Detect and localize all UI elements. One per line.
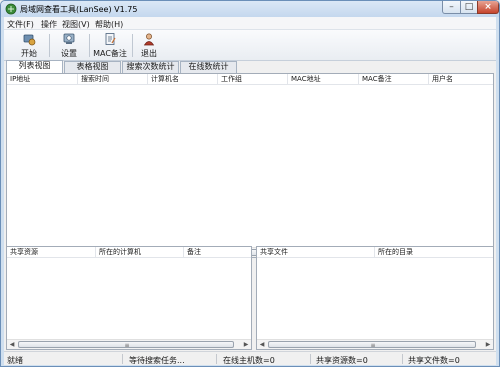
shares-table[interactable]: 共享资源 所在的计算机 备注 ◀ ≡ ▶ <box>6 246 252 350</box>
window-title: 局域网查看工具(LanSee) V1.75 <box>20 5 138 14</box>
col-username[interactable]: 用户名 <box>429 74 493 85</box>
grip-icon: ≡ <box>124 342 130 349</box>
start-button[interactable]: 开始 <box>14 32 44 59</box>
tab-search-stats[interactable]: 搜索次数统计 <box>122 61 179 73</box>
mac-note-icon <box>105 33 116 45</box>
start-label: 开始 <box>21 49 37 58</box>
exit-button[interactable]: 退出 <box>136 32 162 59</box>
status-separator <box>310 354 311 364</box>
host-table[interactable]: IP地址 搜索时间 计算机名 工作组 MAC地址 MAC备注 用户名 ◀ ≡ ▶ <box>6 73 494 258</box>
status-share-count: 共享资源数=0 <box>316 356 368 365</box>
col-directory[interactable]: 所在的目录 <box>375 247 493 258</box>
menu-action[interactable]: 操作 <box>41 19 57 30</box>
files-table-scrollbar[interactable]: ◀ ≡ ▶ <box>257 339 493 349</box>
tab-list-view[interactable]: 列表视图 <box>6 60 63 73</box>
col-search-time[interactable]: 搜索时间 <box>78 74 148 85</box>
status-online-hosts: 在线主机数=0 <box>223 356 275 365</box>
scroll-left-icon[interactable]: ◀ <box>257 340 267 349</box>
menu-help[interactable]: 帮助(H) <box>95 19 123 30</box>
minimize-button[interactable]: – <box>442 1 461 14</box>
toolbar-separator <box>49 34 50 57</box>
toolbar-separator <box>132 34 133 57</box>
menu-file[interactable]: 文件(F) <box>7 19 34 30</box>
settings-button[interactable]: 设置 <box>54 32 84 59</box>
shares-scroll-thumb[interactable]: ≡ <box>18 341 234 349</box>
scroll-right-icon[interactable]: ▶ <box>241 340 251 349</box>
minimize-icon: – <box>449 2 454 12</box>
view-tabs: 列表视图 表格视图 搜索次数统计 在线数统计 <box>4 60 496 73</box>
tab-table-view[interactable]: 表格视图 <box>64 61 121 73</box>
mac-note-button[interactable]: MAC备注 <box>92 32 128 59</box>
menu-view[interactable]: 视图(V) <box>62 19 90 30</box>
toolbar: 开始 设置 MAC备注 退出 <box>4 30 496 61</box>
files-table-header: 共享文件 所在的目录 <box>257 247 493 258</box>
status-separator <box>402 354 403 364</box>
status-file-count: 共享文件数=0 <box>408 356 460 365</box>
files-table[interactable]: 共享文件 所在的目录 ◀ ≡ ▶ <box>256 246 494 350</box>
mac-note-label: MAC备注 <box>93 49 127 58</box>
col-computer-name[interactable]: 计算机名 <box>148 74 218 85</box>
col-mac-note[interactable]: MAC备注 <box>359 74 429 85</box>
col-share-note[interactable]: 备注 <box>184 247 251 258</box>
toolbar-separator <box>89 34 90 57</box>
menu-bar: 文件(F) 操作 视图(V) 帮助(H) <box>4 17 496 30</box>
start-icon <box>23 34 36 46</box>
maximize-icon: □ <box>464 2 474 12</box>
status-ready: 就绪 <box>7 356 23 365</box>
status-bar: 就绪 等待搜索任务... 在线主机数=0 共享资源数=0 共享文件数=0 <box>4 351 496 365</box>
tab-online-stats[interactable]: 在线数统计 <box>180 61 237 73</box>
col-share-resource[interactable]: 共享资源 <box>7 247 96 258</box>
shares-table-scrollbar[interactable]: ◀ ≡ ▶ <box>7 339 251 349</box>
status-task: 等待搜索任务... <box>129 356 185 365</box>
close-button[interactable]: × <box>477 1 499 14</box>
settings-icon <box>63 33 75 44</box>
close-icon: × <box>484 2 492 12</box>
exit-icon <box>143 33 155 46</box>
settings-label: 设置 <box>61 49 77 58</box>
status-separator <box>122 354 123 364</box>
title-bar[interactable]: 局域网查看工具(LanSee) V1.75 – □ × <box>1 1 499 17</box>
maximize-button[interactable]: □ <box>460 1 478 14</box>
host-table-header: IP地址 搜索时间 计算机名 工作组 MAC地址 MAC备注 用户名 <box>7 74 493 85</box>
shares-table-header: 共享资源 所在的计算机 备注 <box>7 247 251 258</box>
col-mac-address[interactable]: MAC地址 <box>288 74 359 85</box>
status-separator <box>216 354 217 364</box>
client-area: 文件(F) 操作 视图(V) 帮助(H) 开始 设置 MAC备注 退出 列表视图… <box>4 17 496 365</box>
files-scroll-thumb[interactable]: ≡ <box>268 341 476 349</box>
app-icon <box>5 3 17 15</box>
grip-icon: ≡ <box>370 342 376 349</box>
col-workgroup[interactable]: 工作组 <box>218 74 288 85</box>
app-window: 局域网查看工具(LanSee) V1.75 – □ × 文件(F) 操作 视图(… <box>0 0 500 367</box>
scroll-left-icon[interactable]: ◀ <box>7 340 17 349</box>
col-share-file[interactable]: 共享文件 <box>257 247 375 258</box>
scroll-right-icon[interactable]: ▶ <box>483 340 493 349</box>
col-ip[interactable]: IP地址 <box>7 74 78 85</box>
col-host-computer[interactable]: 所在的计算机 <box>96 247 184 258</box>
exit-label: 退出 <box>141 49 157 58</box>
